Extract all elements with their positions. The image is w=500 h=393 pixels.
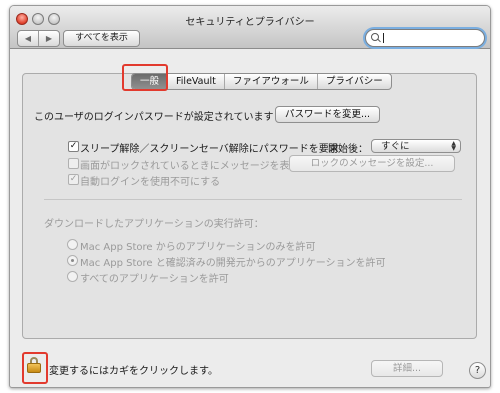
login-password-text: このユーザのログインパスワードが設定されています <box>34 112 274 123</box>
search-icon <box>371 33 379 41</box>
section-divider <box>44 199 462 200</box>
change-password-button[interactable]: パスワードを変更... <box>275 106 380 123</box>
select-arrows-icon: ▲ ▼ <box>451 140 456 152</box>
back-icon[interactable]: ◀ <box>18 31 39 46</box>
text-cursor <box>383 33 384 43</box>
general-tab-highlight <box>122 64 168 91</box>
lock-instruction: 変更するにはカギをクリックします。 <box>49 366 218 377</box>
help-button[interactable]: ? <box>469 362 486 379</box>
require-password-checkbox[interactable]: ✓ <box>68 141 79 152</box>
tab-bar: 一般 FileVault ファイアウォール プライバシー <box>131 73 392 90</box>
start-delay-select[interactable]: すぐに ▲ ▼ <box>371 139 461 153</box>
forward-icon[interactable]: ▶ <box>39 31 59 46</box>
show-all-button[interactable]: すべてを表示 <box>63 30 140 47</box>
tab-filevault[interactable]: FileVault <box>168 74 225 89</box>
radio-app-store-only[interactable] <box>67 239 78 250</box>
title-bar: セキュリティとプライバシー ◀ ▶ すべてを表示 <box>10 6 490 49</box>
preferences-window: セキュリティとプライバシー ◀ ▶ すべてを表示 一般 FileVault ファ… <box>9 5 491 388</box>
require-password-label: スリープ解除／スクリーンセーバ解除にパスワードを要求 <box>80 144 339 155</box>
tab-firewall[interactable]: ファイアウォール <box>225 74 318 89</box>
window-title: セキュリティとプライバシー <box>185 17 315 28</box>
radio-anywhere-label: すべてのアプリケーションを許可 <box>80 274 229 285</box>
show-message-checkbox[interactable] <box>68 158 79 169</box>
radio-app-store-only-label: Mac App Store からのアプリケーションのみを許可 <box>80 242 316 253</box>
tab-privacy[interactable]: プライバシー <box>318 74 391 89</box>
start-delay-value: すぐに <box>381 141 410 152</box>
lock-highlight <box>22 352 48 384</box>
radio-app-store-identified[interactable] <box>67 255 78 266</box>
set-lock-message-button[interactable]: ロックのメッセージを設定... <box>289 155 455 172</box>
radio-anywhere[interactable] <box>67 271 78 282</box>
downloads-heading: ダウンロードしたアプリケーションの実行許可： <box>44 219 264 230</box>
back-forward-control: ◀ ▶ <box>17 30 60 47</box>
disable-auto-login-label: 自動ログインを使用不可にする <box>80 177 221 188</box>
advanced-button[interactable]: 詳細... <box>371 360 443 377</box>
show-message-label: 画面がロックされているときにメッセージを表示 <box>80 161 300 172</box>
disable-auto-login-checkbox[interactable]: ✓ <box>68 174 79 185</box>
search-field[interactable] <box>365 29 485 47</box>
start-label: 開始後： <box>328 144 368 155</box>
radio-app-store-identified-label: Mac App Store と確認済みの開発元からのアプリケーションを許可 <box>80 258 386 269</box>
